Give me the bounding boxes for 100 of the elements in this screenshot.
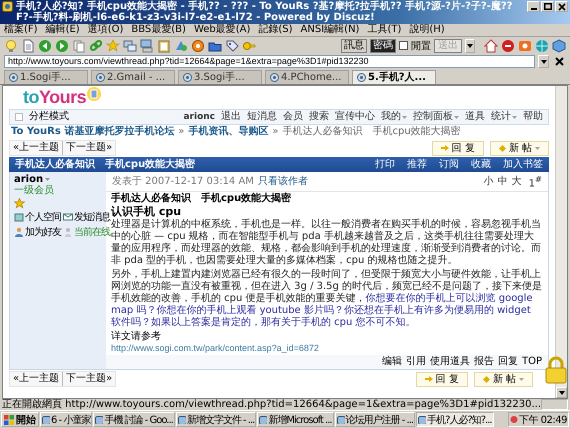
menu-item[interactable]: BBS最愛(B) <box>131 24 186 36</box>
reply-button[interactable]: 回 复 <box>432 140 484 156</box>
post-action-link[interactable]: 报告 <box>474 356 494 368</box>
forward-icon[interactable] <box>55 38 69 52</box>
address-field[interactable]: http://www.toyours.com/viewthread.php?tid=12664&page=1&extra=page%3D1#pid132230 <box>4 55 535 68</box>
author-link[interactable]: 当前在线 <box>63 225 110 239</box>
checkbox[interactable] <box>399 41 408 50</box>
minimize-button[interactable] <box>527 1 540 12</box>
nav-link[interactable]: 道具 <box>465 111 485 123</box>
dropdown-button[interactable] <box>538 55 549 68</box>
font-size-link[interactable]: 中 <box>498 176 508 188</box>
caret-icon <box>540 60 546 64</box>
start-button[interactable]: 開始 <box>1 412 39 427</box>
computer-icon[interactable] <box>140 38 154 52</box>
envelope-icon <box>63 212 73 222</box>
maximize-button[interactable] <box>541 1 554 12</box>
font-size-link[interactable]: 小 <box>484 176 494 188</box>
nav-link[interactable]: 退出 <box>221 111 241 123</box>
scrollbar[interactable] <box>555 86 567 398</box>
post-action-link[interactable]: 引用 <box>406 356 426 368</box>
tag-icon[interactable] <box>225 38 239 52</box>
author-link[interactable]: 发短消息 <box>63 210 110 224</box>
new-post-button[interactable]: 新 帖 <box>490 140 549 156</box>
taskbar-button[interactable]: 6 - 小童家 <box>40 412 92 427</box>
page-icon <box>183 73 192 82</box>
breadcrumb-link[interactable]: 手机资讯、导购区 <box>188 126 268 138</box>
nav-link[interactable]: 搜索 <box>309 111 329 123</box>
cube-icon[interactable] <box>552 38 566 52</box>
dropdown-button[interactable] <box>465 38 475 52</box>
caret-icon <box>467 44 473 48</box>
author-name[interactable]: arion <box>14 174 50 185</box>
post-subject: 手机达人必备知识 手机cpu效能大揭密 <box>111 193 292 206</box>
toolbar-button[interactable]: 密碼 <box>370 38 396 52</box>
font-size-link[interactable]: 大 <box>512 176 522 188</box>
thread-link[interactable]: 收藏 <box>471 158 491 171</box>
post-action-link[interactable]: 使用道具 <box>430 356 470 368</box>
menu-item[interactable]: Web最愛(A) <box>194 24 250 36</box>
person-icon <box>63 227 73 237</box>
menu-item[interactable]: 選項(O) <box>88 24 124 36</box>
taskbar-button[interactable]: 手机?人必?知?... <box>416 412 494 427</box>
browser-tab[interactable]: 4.PChome... <box>265 70 349 84</box>
author-link[interactable]: 加为好友 <box>14 225 61 239</box>
back-icon[interactable] <box>38 38 52 52</box>
thread-link[interactable]: 加入书签 <box>503 158 543 171</box>
breadcrumb-link[interactable]: To YouRs 诺基亚摩托罗拉手机论坛 <box>11 126 174 138</box>
nav-link[interactable]: 统计 <box>491 111 517 123</box>
nav-link[interactable]: 宣传中心 <box>335 111 375 123</box>
post-action-link[interactable]: 编辑 <box>382 356 402 368</box>
caret-icon <box>535 146 540 150</box>
reference-link[interactable]: http://www.sogi.com.tw/park/content.asp?a_id=6872 <box>111 343 543 354</box>
menu-item[interactable]: ANSI編輯(N) <box>300 24 360 36</box>
window-icon <box>42 416 50 424</box>
home-icon[interactable] <box>484 38 498 52</box>
browser-tab[interactable]: 3.Sogi手... <box>178 70 262 84</box>
logo[interactable]: toYours <box>23 86 86 108</box>
taskbar-button[interactable]: 手機 討論 - Goo... <box>93 412 175 427</box>
lightbulb-icon[interactable] <box>4 38 18 52</box>
menu-item[interactable]: 檔案(F) <box>4 24 38 36</box>
menu-item[interactable]: 編輯(E) <box>46 24 80 36</box>
toolbar-button[interactable]: 訊息 <box>341 38 367 52</box>
stop-icon[interactable] <box>501 38 515 52</box>
menu-item[interactable]: 說明(H) <box>409 24 445 36</box>
author-only-link[interactable]: 只看该作者 <box>258 176 308 188</box>
close-icon <box>558 2 566 10</box>
author-link[interactable]: 个人空间 <box>14 210 61 224</box>
taskbar-button[interactable]: 新增文字文件 - ... <box>176 412 256 427</box>
page-icon <box>357 73 366 82</box>
taskbar-button[interactable]: 论坛用户注册 - ... <box>334 412 416 427</box>
close-button[interactable] <box>555 1 568 12</box>
taskbar-button[interactable]: 新增Microsoft ... <box>257 412 334 427</box>
windows-icon[interactable] <box>123 38 137 52</box>
prev-thread-link[interactable]: «上一主题 <box>10 372 62 386</box>
star-icon[interactable] <box>106 38 120 52</box>
page-icon <box>9 73 18 82</box>
menu-item[interactable]: 記錄(S) <box>258 24 293 36</box>
post-action-link[interactable]: TOP <box>522 356 542 368</box>
nav-link[interactable]: 帮助 <box>523 111 543 123</box>
browser-tab[interactable]: 1.Sogi手... <box>4 70 88 84</box>
person-icon <box>14 227 24 237</box>
nav-link[interactable]: 短消息 <box>247 111 277 123</box>
reply-button[interactable]: 回 复 <box>416 372 468 387</box>
post-action-link[interactable]: 回复 <box>498 356 518 368</box>
next-thread-link[interactable]: 下一主题» <box>62 372 116 386</box>
checkbox[interactable] <box>15 113 23 121</box>
new-post-button[interactable]: 新 帖 <box>474 372 533 387</box>
thread-link[interactable]: 订阅 <box>439 158 459 171</box>
browser-tab[interactable]: 2.Gmail - ... <box>91 70 175 84</box>
nav-link[interactable]: 我的 <box>381 111 407 123</box>
thread-link[interactable]: 推荐 <box>407 158 427 171</box>
prev-thread-link[interactable]: «上一主题 <box>10 141 62 155</box>
thread-link[interactable]: 打印 <box>375 158 395 171</box>
menu-item[interactable]: 工具(T) <box>367 24 402 36</box>
next-thread-link[interactable]: 下一主题» <box>62 141 116 155</box>
browser-tab[interactable]: 5.手机?人... <box>352 70 436 84</box>
nav-link[interactable]: 会员 <box>283 111 303 123</box>
windows-logo-icon <box>4 414 14 424</box>
document-icon[interactable] <box>21 38 35 52</box>
nav-link[interactable]: 控制面板 <box>413 111 459 123</box>
pages-icon[interactable] <box>72 38 86 52</box>
checkbox-label: 閒置 <box>411 40 431 52</box>
